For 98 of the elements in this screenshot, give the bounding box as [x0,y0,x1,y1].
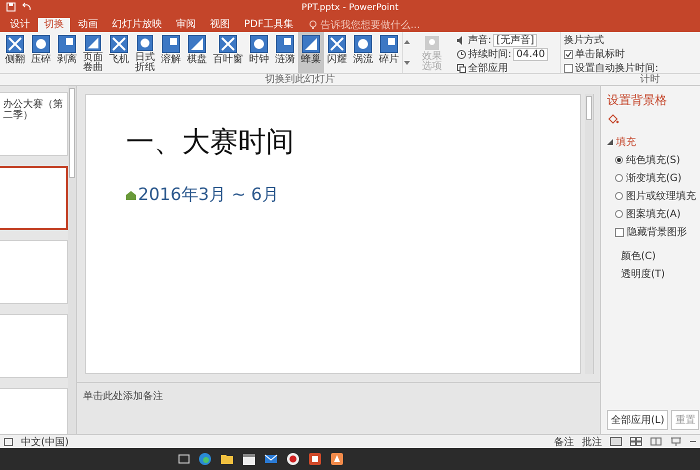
checkbox-label: 设置自动换片时间: [575,62,658,74]
language-status[interactable]: 中文(中国) [21,434,69,448]
tile-icon [32,35,50,53]
folder-icon[interactable] [220,452,234,466]
lightbulb-icon [309,20,318,30]
tile-icon [354,35,372,53]
scrollbar[interactable] [585,94,594,374]
transition-button[interactable]: 涡流 [350,32,376,73]
radio-button[interactable] [615,174,623,182]
task-view-icon[interactable] [178,453,190,465]
radio-label: 图片或纹理填充 [626,190,696,203]
checkbox[interactable] [615,228,624,236]
slide-thumbnail[interactable]: 办公大赛（第二季） [0,92,68,156]
expand-triangle-icon[interactable] [607,139,613,145]
transition-button[interactable]: 页面卷曲 [80,32,106,73]
thumbnail-text: 办公大赛（第二季） [3,99,64,121]
paint-bucket-icon [607,113,619,125]
scrollbar[interactable] [68,86,77,434]
ribbon-tab[interactable]: 动画 [72,18,104,32]
transition-button[interactable]: 闪耀 [324,32,350,73]
transparency-label: 透明度(T) [620,268,665,281]
checkbox-label: 单击鼠标时 [575,48,625,61]
tile-icon [136,35,154,51]
undo-icon[interactable] [22,2,32,12]
reading-view-icon[interactable] [650,437,662,446]
tile-icon [84,35,102,51]
ribbon-tab[interactable]: PDF工具集 [238,18,300,32]
sorter-view-icon[interactable] [630,437,642,446]
transition-button[interactable]: 碎片 [376,32,402,73]
tile-icon [328,35,346,53]
ribbon-tab[interactable]: 审阅 [170,18,202,32]
tile-icon [219,35,237,53]
ribbon-tab[interactable]: 设计 [4,18,36,32]
radio-button[interactable] [615,192,623,200]
group-label: 切换到此幻灯片 [265,74,335,85]
window-title: PPT.pptx - PowerPoint [302,3,398,13]
radio-label: 图案填充(A) [626,208,681,221]
sound-dropdown[interactable]: [无声音] [493,34,538,46]
calendar-icon[interactable] [242,452,256,466]
record-icon[interactable] [286,452,300,466]
tile-icon [110,35,128,53]
tile-icon [6,35,24,53]
transition-button[interactable]: 日式折纸 [132,32,158,73]
pane-title: 设置背景格 [607,92,667,109]
transition-button[interactable]: 蜂巢 [298,32,324,73]
tile-icon [250,35,268,53]
scroll-down-icon[interactable] [404,60,410,65]
mail-icon[interactable] [264,452,278,466]
radio-button[interactable] [615,156,623,164]
transition-button[interactable]: 时钟 [246,32,272,73]
slide-bullet: 2016年3月 ~ 6月 [138,184,279,206]
pane-button[interactable]: 全部应用(L) [607,410,668,430]
transition-button[interactable]: 飞机 [106,32,132,73]
sound-label: 声音: [468,34,492,47]
tile-icon [188,35,206,53]
transition-button[interactable]: 侧翻 [2,32,28,73]
advance-heading: 换片方式 [564,34,605,47]
tile-icon [58,35,76,53]
transition-button[interactable]: 百叶窗 [210,32,246,73]
apply-all-button[interactable]: 全部应用 [468,61,508,75]
clock-icon [457,50,466,58]
notes-toggle[interactable]: 备注 [554,434,574,448]
checkbox[interactable] [564,50,573,58]
slideshow-icon[interactable] [670,437,682,446]
radio-label: 纯色填充(S) [626,154,680,167]
slides-app-icon[interactable] [308,452,322,466]
browser-icon[interactable] [198,452,212,466]
checkbox[interactable] [564,64,573,72]
group-label: 计时 [640,74,660,85]
duration-label: 持续时间: [468,48,512,61]
slide-thumbnail[interactable] [0,166,68,230]
effect-icon [424,35,440,51]
scroll-up-icon[interactable] [404,40,410,44]
radio-button[interactable] [615,210,623,218]
transition-button[interactable]: 涟漪 [272,32,298,73]
ribbon-tab[interactable]: 视图 [204,18,236,32]
tile-icon [302,35,320,53]
app-icon[interactable] [330,452,344,466]
transition-button[interactable]: 压碎 [28,32,54,73]
transition-button[interactable]: 溶解 [158,32,184,73]
transition-button[interactable]: 剥离 [54,32,80,73]
spellcheck-icon [4,438,13,446]
checkbox-label: 隐藏背景图形 [627,226,687,239]
ribbon-tab[interactable]: 幻灯片放映 [106,18,168,32]
ribbon-tab[interactable]: 切换 [38,18,70,32]
transition-button[interactable]: 棋盘 [184,32,210,73]
comments-toggle[interactable]: 批注 [582,434,602,448]
house-bullet-icon [126,190,136,200]
duration-field[interactable]: 04.40 [513,48,548,60]
radio-label: 渐变填充(G) [626,172,682,185]
normal-view-icon[interactable] [610,437,622,446]
tile-icon [380,35,398,53]
tile-icon [162,35,180,53]
save-icon[interactable] [6,2,16,12]
section-heading: 填充 [616,136,636,149]
slide-title: 一、大赛时间 [126,124,294,160]
color-label: 颜色(C) [620,250,656,263]
tile-icon [276,35,294,53]
